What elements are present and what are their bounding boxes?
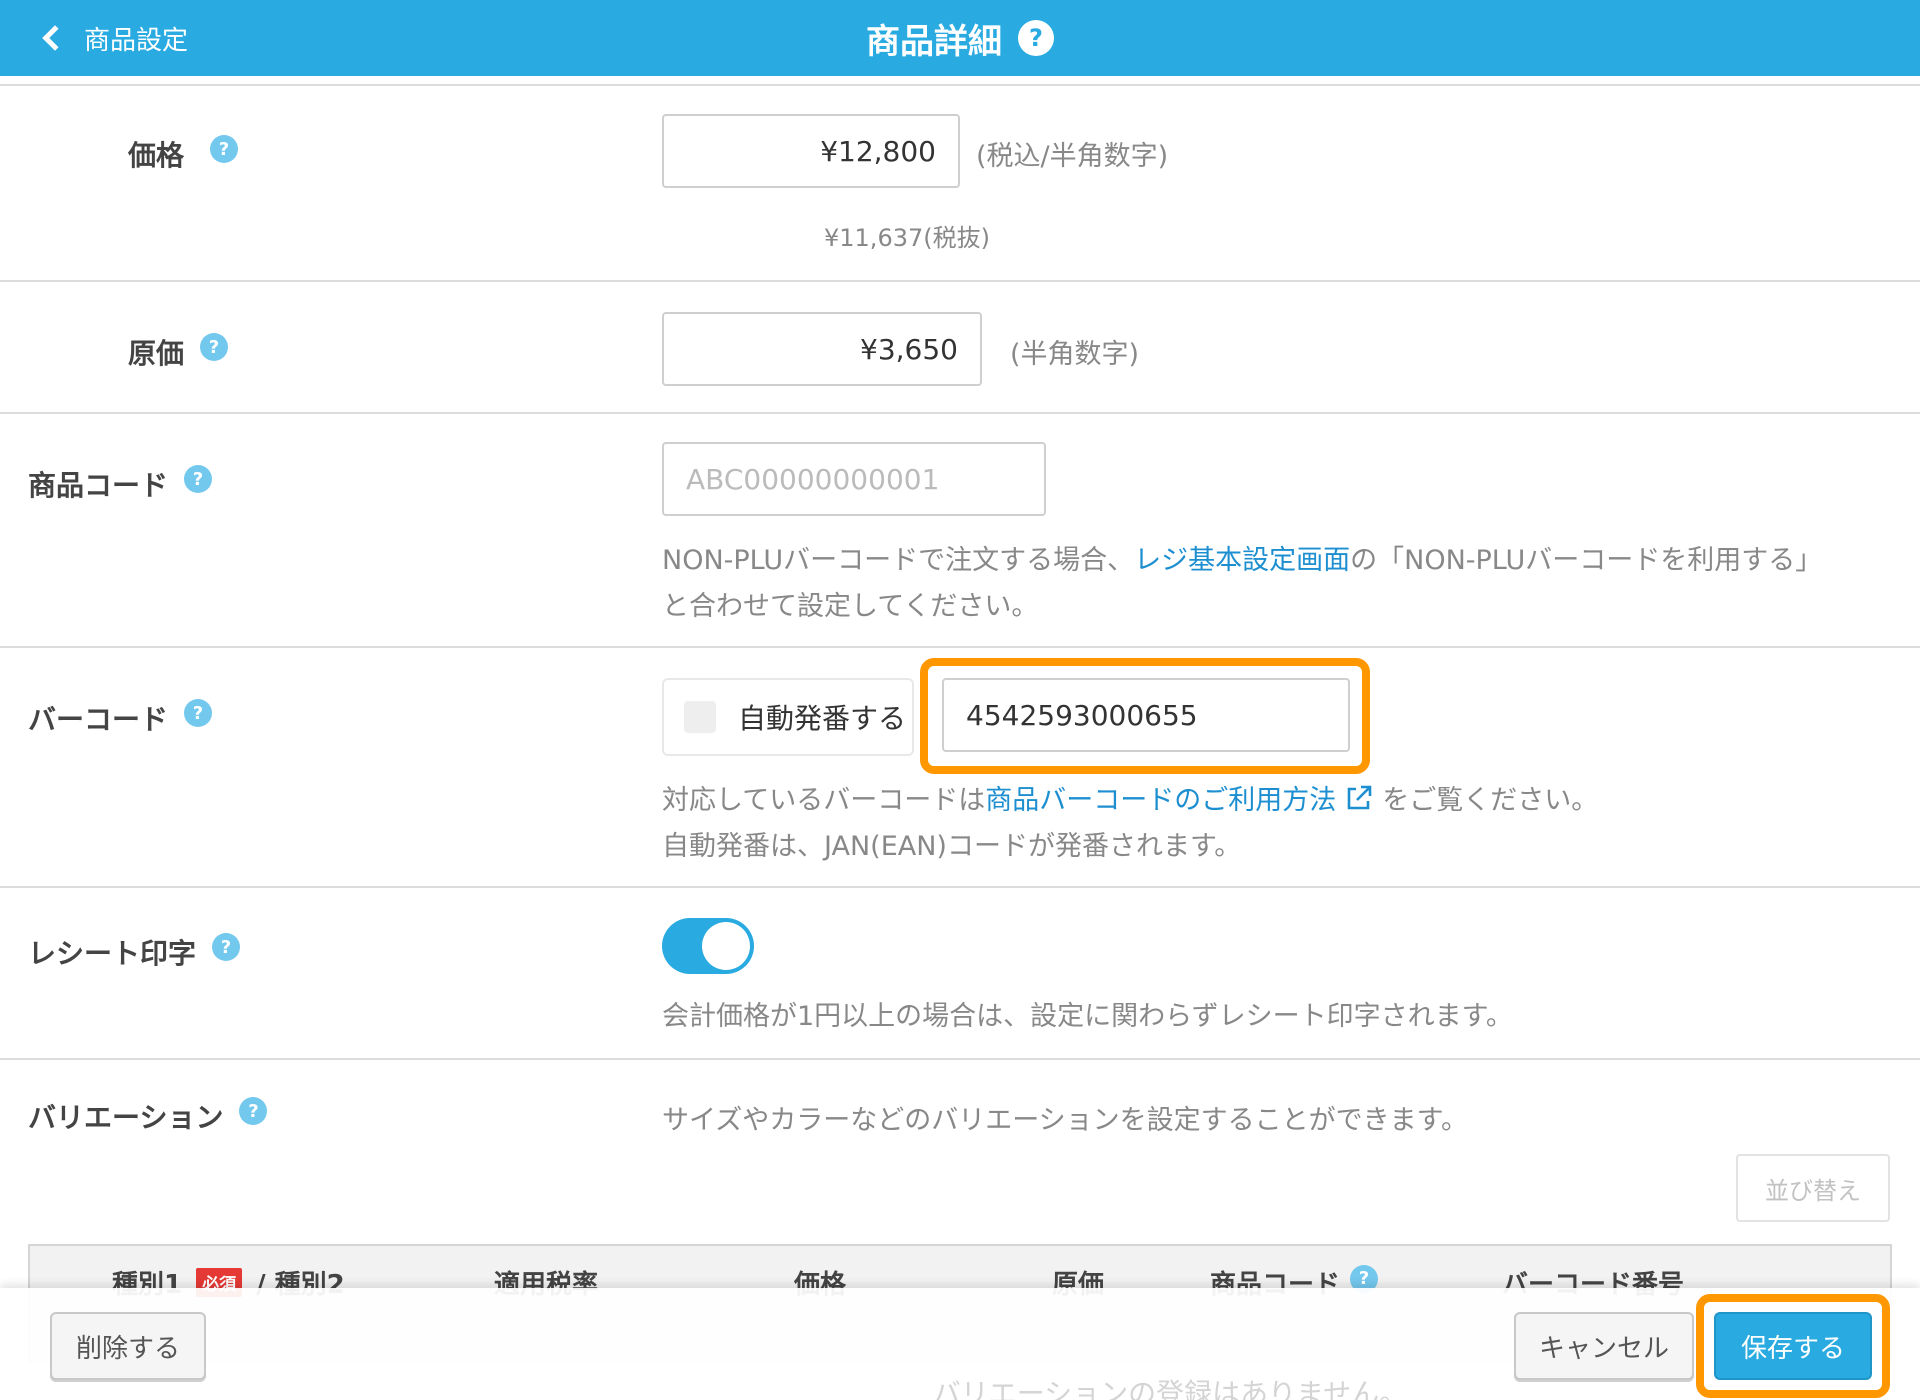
- note-text: NON-PLUバーコードで注文する場合、: [662, 545, 1135, 576]
- register-settings-link[interactable]: レジ基本設定画面: [1134, 545, 1350, 576]
- back-button[interactable]: 商品設定: [36, 14, 188, 62]
- variation-label-row: バリエーション ?: [28, 1096, 268, 1136]
- barcode-label-row: バーコード ?: [28, 698, 213, 738]
- toggle-knob: [702, 922, 750, 970]
- cost-label: 原価: [128, 337, 185, 370]
- sort-button[interactable]: 並び替え: [1736, 1154, 1890, 1222]
- price-value: ¥12,800: [820, 134, 936, 168]
- product-code-help-icon[interactable]: ?: [184, 465, 213, 493]
- help-icon[interactable]: ?: [1018, 20, 1054, 56]
- divider: [0, 1058, 1920, 1060]
- auto-number-checkbox[interactable]: 自動発番する: [662, 678, 914, 756]
- page-title: 商品詳細: [866, 21, 1002, 62]
- product-code-note-line1: NON-PLUバーコードで注文する場合、レジ基本設定画面の「NON-PLUバーコ…: [662, 538, 1822, 577]
- save-button[interactable]: 保存する: [1714, 1312, 1872, 1380]
- divider: [0, 280, 1920, 282]
- divider: [0, 412, 1920, 414]
- chevron-left-icon: [42, 25, 68, 51]
- barcode-usage-link[interactable]: 商品バーコードのご利用方法: [985, 785, 1336, 816]
- receipt-note: 会計価格が1円以上の場合は、設定に関わらずレシート印字されます。: [662, 1001, 1513, 1032]
- cost-help-icon[interactable]: ?: [200, 333, 229, 361]
- divider: [0, 646, 1920, 648]
- receipt-label: レシート印字: [28, 937, 197, 970]
- barcode-help-icon[interactable]: ?: [184, 699, 213, 727]
- variation-help-icon[interactable]: ?: [239, 1097, 268, 1125]
- barcode-note-line1: 対応しているバーコードは商品バーコードのご利用方法 をご覧ください。: [662, 778, 1598, 817]
- receipt-label-row: レシート印字 ?: [28, 932, 241, 972]
- external-link-icon[interactable]: [1344, 783, 1374, 813]
- cost-hint: (半角数字): [1010, 339, 1140, 370]
- price-help-icon[interactable]: ?: [210, 135, 239, 163]
- barcode-value: 4542593000655: [966, 698, 1198, 732]
- price-hint: (税込/半角数字): [976, 141, 1169, 172]
- back-label: 商品設定: [84, 25, 189, 56]
- variation-label: バリエーション: [28, 1101, 224, 1134]
- cancel-button[interactable]: キャンセル: [1514, 1312, 1694, 1380]
- header-divider: [0, 84, 1920, 86]
- product-code-input[interactable]: ABC00000000001: [662, 442, 1046, 516]
- barcode-note-line2: 自動発番は、JAN(EAN)コードが発番されます。: [662, 831, 1242, 862]
- product-code-placeholder: ABC00000000001: [686, 462, 940, 496]
- receipt-print-toggle[interactable]: [662, 918, 754, 974]
- product-code-note-line2: と合わせて設定してください。: [662, 591, 1039, 622]
- divider: [0, 886, 1920, 888]
- app-header: 商品詳細 ? 商品設定: [0, 0, 1920, 76]
- price-input[interactable]: ¥12,800: [662, 114, 960, 188]
- note-text: をご覧ください。: [1382, 785, 1599, 816]
- checkbox-square[interactable]: [684, 701, 716, 733]
- price-label: 価格: [128, 139, 185, 172]
- price-tax-excluded: ¥11,637(税抜): [824, 224, 990, 252]
- cost-value: ¥3,650: [860, 332, 958, 366]
- variation-note: サイズやカラーなどのバリエーションを設定することができます。: [662, 1105, 1468, 1136]
- product-code-label-row: 商品コード ?: [28, 464, 213, 504]
- barcode-input[interactable]: 4542593000655: [942, 678, 1350, 752]
- note-text: 対応しているバーコードは: [662, 785, 986, 816]
- title-wrap: 商品詳細 ?: [0, 0, 1920, 76]
- barcode-label: バーコード: [28, 703, 169, 736]
- cost-label-row: 原価 ?: [128, 332, 229, 372]
- product-code-label: 商品コード: [28, 469, 169, 502]
- cost-input[interactable]: ¥3,650: [662, 312, 982, 386]
- receipt-help-icon[interactable]: ?: [212, 933, 241, 961]
- delete-button[interactable]: 削除する: [50, 1312, 206, 1380]
- auto-number-label: 自動発番する: [738, 702, 907, 735]
- price-label-row: 価格 ?: [128, 134, 239, 174]
- note-text: の「NON-PLUバーコードを利用する」: [1350, 545, 1823, 576]
